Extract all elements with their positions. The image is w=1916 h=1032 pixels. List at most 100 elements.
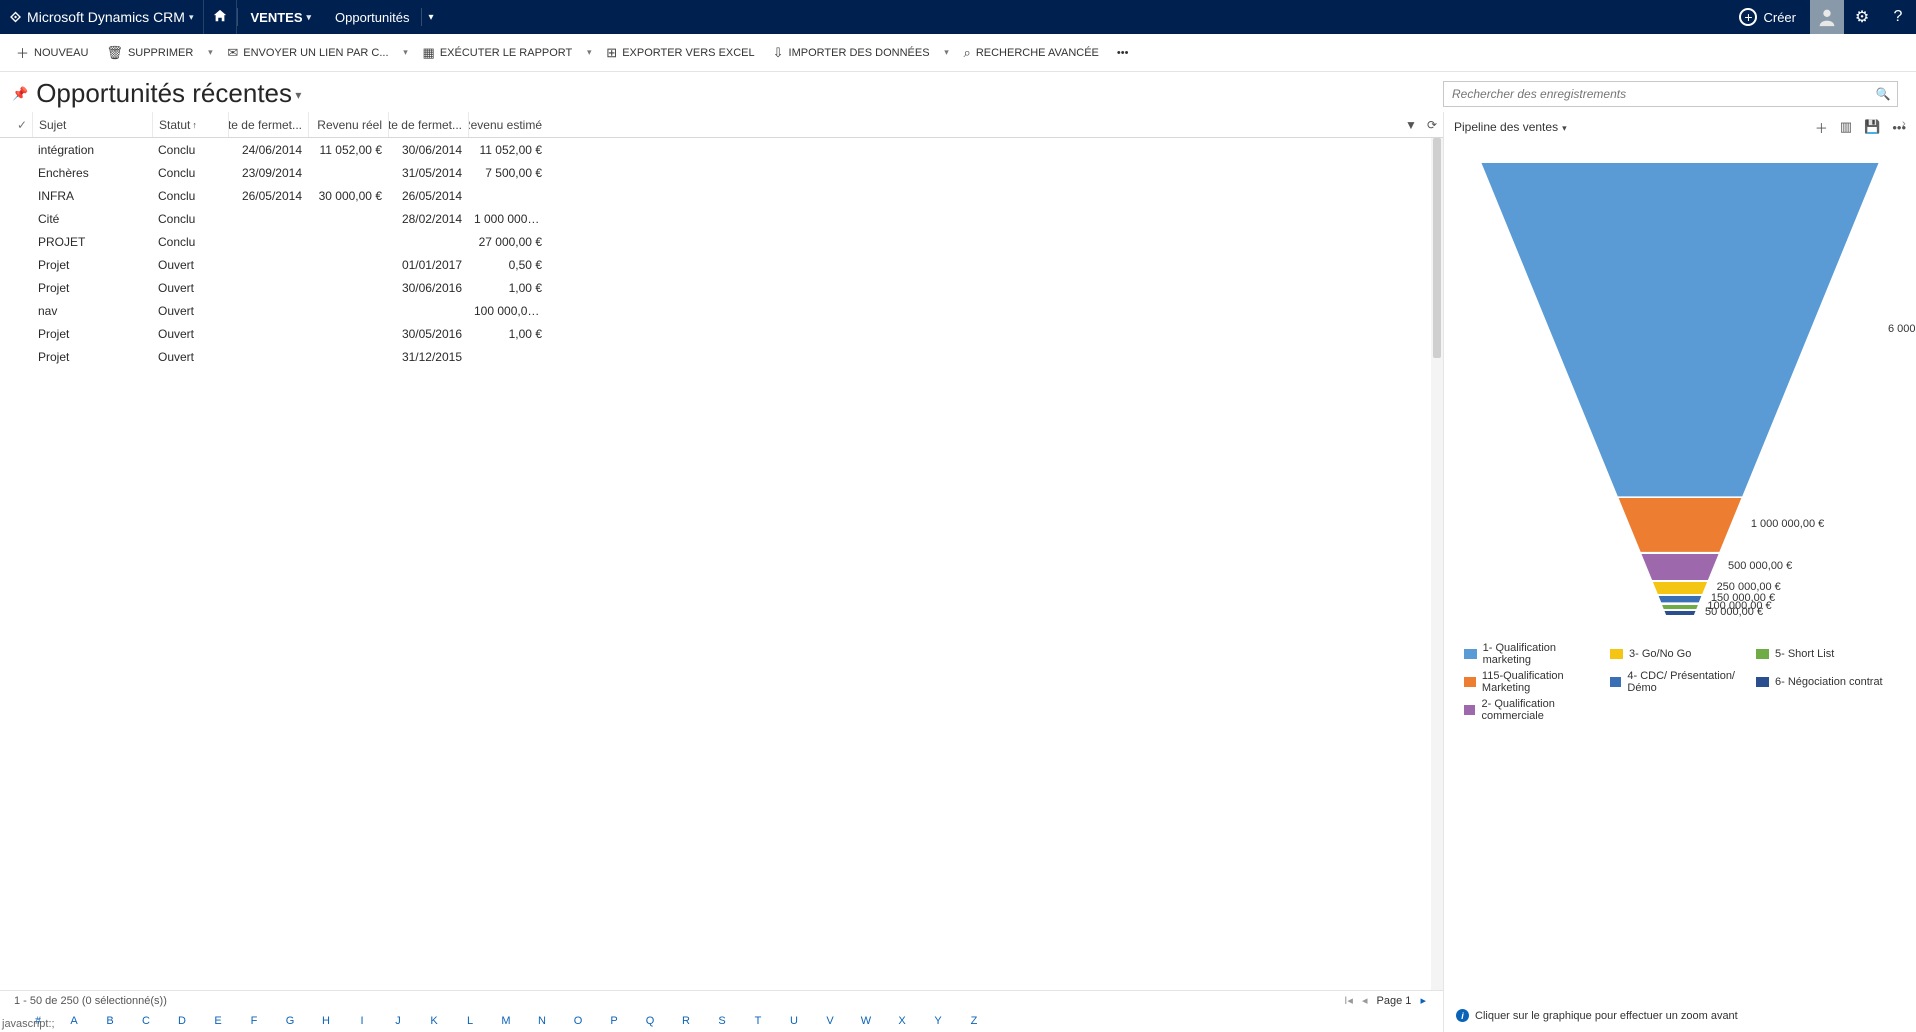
alpha-G[interactable]: G [272, 1015, 308, 1027]
chart-title[interactable]: Pipeline des ventes [1454, 120, 1567, 134]
cmd-exportexcel-label: EXPORTER VERS EXCEL [622, 47, 754, 59]
table-row[interactable]: EnchèresConclu23/09/201431/05/20147 500,… [0, 161, 1443, 184]
alpha-M[interactable]: M [488, 1015, 524, 1027]
help-button[interactable]: ? [1880, 0, 1916, 34]
refresh-icon[interactable]: ⟳ [1427, 118, 1437, 132]
alpha-P[interactable]: P [596, 1015, 632, 1027]
view-title[interactable]: Opportunités récentes [36, 78, 301, 109]
app-brand[interactable]: ⟐ Microsoft Dynamics CRM [0, 0, 203, 34]
cmd-sendlink-split[interactable]: ▾ [399, 47, 413, 58]
table-row[interactable]: CitéConclu28/02/20141 000 000,00 € [0, 207, 1443, 230]
alpha-U[interactable]: U [776, 1015, 812, 1027]
nav-area[interactable]: VENTES [238, 0, 323, 34]
alpha-N[interactable]: N [524, 1015, 560, 1027]
legend-swatch [1756, 677, 1769, 687]
legend-item[interactable]: 5- Short List [1756, 642, 1896, 666]
search-button[interactable]: 🔍 [1869, 87, 1897, 101]
quick-create-button[interactable]: + Créer [1725, 0, 1810, 34]
alpha-T[interactable]: T [740, 1015, 776, 1027]
alpha-L[interactable]: L [452, 1015, 488, 1027]
nav-entity-caret[interactable]: ▾ [422, 0, 439, 34]
funnel-slice[interactable]: 6 000 000,00 € [1480, 162, 1880, 497]
table-row[interactable]: ProjetOuvert30/06/20161,00 € [0, 276, 1443, 299]
prev-page-button[interactable]: ◂ [1362, 995, 1368, 1007]
chart-grid-button[interactable]: ▥ [1840, 119, 1852, 135]
search-box: 🔍 [1443, 81, 1898, 107]
col-subject[interactable]: Sujet [32, 112, 152, 137]
table-row[interactable]: ProjetOuvert30/05/20161,00 € [0, 322, 1443, 345]
funnel-slice[interactable]: 250 000,00 € [1480, 581, 1880, 595]
cmd-importdata[interactable]: ⇩IMPORTER DES DONNÉES [765, 39, 938, 67]
alpha-B[interactable]: B [92, 1015, 128, 1027]
filter-icon[interactable]: ▼ [1405, 118, 1417, 132]
cmd-sendlink[interactable]: ✉ENVOYER UN LIEN PAR C... [219, 39, 396, 67]
alpha-R[interactable]: R [668, 1015, 704, 1027]
cell-subject: Cité [32, 212, 152, 226]
col-rev-est[interactable]: Revenu estimé [468, 112, 548, 137]
cmd-runreport-split[interactable]: ▾ [582, 47, 596, 58]
alpha-W[interactable]: W [848, 1015, 884, 1027]
table-row[interactable]: navOuvert100 000,00 € [0, 299, 1443, 322]
alpha-X[interactable]: X [884, 1015, 920, 1027]
funnel-slice[interactable]: 50 000,00 € [1480, 610, 1880, 616]
chart-body[interactable]: 6 000 000,00 €1 000 000,00 €500 000,00 €… [1444, 142, 1916, 1032]
user-avatar[interactable] [1810, 0, 1844, 34]
col-closedate-est[interactable]: Date de fermet... [388, 112, 468, 137]
cmd-advfind[interactable]: ⌕RECHERCHE AVANCÉE [956, 39, 1107, 67]
alpha-A[interactable]: A [56, 1015, 92, 1027]
alpha-O[interactable]: O [560, 1015, 596, 1027]
cmd-runreport[interactable]: ▦EXÉCUTER LE RAPPORT [415, 39, 581, 67]
vertical-scrollbar[interactable] [1431, 138, 1443, 990]
chart-collapse[interactable]: › [1902, 118, 1914, 132]
alpha-Q[interactable]: Q [632, 1015, 668, 1027]
cmd-new[interactable]: ＋NOUVEAU [8, 39, 96, 67]
table-row[interactable]: ProjetOuvert31/12/2015 [0, 345, 1443, 368]
alpha-I[interactable]: I [344, 1015, 380, 1027]
legend-item[interactable]: 3- Go/No Go [1610, 642, 1750, 666]
chart-save-button[interactable]: 💾 [1864, 119, 1880, 135]
first-page-button[interactable]: I◂ [1344, 995, 1353, 1007]
table-row[interactable]: PROJETConclu27 000,00 € [0, 230, 1443, 253]
alpha-C[interactable]: C [128, 1015, 164, 1027]
cmd-importdata-split[interactable]: ▾ [940, 47, 954, 58]
table-row[interactable]: INFRAConclu26/05/201430 000,00 €26/05/20… [0, 184, 1443, 207]
home-button[interactable] [203, 0, 237, 34]
funnel-slice[interactable]: 150 000,00 € [1480, 595, 1880, 603]
funnel-chart[interactable]: 6 000 000,00 €1 000 000,00 €500 000,00 €… [1480, 162, 1880, 612]
cmd-overflow[interactable]: ••• [1109, 39, 1137, 67]
settings-button[interactable]: ⚙ [1844, 0, 1880, 34]
next-page-button[interactable]: ▸ [1420, 995, 1426, 1007]
alpha-S[interactable]: S [704, 1015, 740, 1027]
chart-add-button[interactable]: ＋ [1815, 118, 1828, 137]
legend-item[interactable]: 1- Qualification marketing [1464, 642, 1604, 666]
table-row[interactable]: intégrationConclu24/06/201411 052,00 €30… [0, 138, 1443, 161]
alpha-D[interactable]: D [164, 1015, 200, 1027]
alpha-V[interactable]: V [812, 1015, 848, 1027]
pin-icon[interactable]: 📌 [12, 86, 28, 102]
alpha-Z[interactable]: Z [956, 1015, 992, 1027]
alpha-J[interactable]: J [380, 1015, 416, 1027]
nav-entity[interactable]: Opportunités [323, 0, 421, 34]
alpha-H[interactable]: H [308, 1015, 344, 1027]
alpha-E[interactable]: E [200, 1015, 236, 1027]
legend-item[interactable]: 6- Négociation contrat [1756, 670, 1896, 694]
select-all-check[interactable]: ✓ [12, 118, 32, 132]
col-status[interactable]: Statut ↑ [152, 112, 228, 137]
table-row[interactable]: ProjetOuvert01/01/20170,50 € [0, 253, 1443, 276]
legend-item[interactable]: 115-Qualification Marketing [1464, 670, 1604, 694]
col-closedate-actual[interactable]: Date de fermet... [228, 112, 308, 137]
cmd-delete[interactable]: 🗑SUPPRIMER [98, 39, 201, 67]
alpha-F[interactable]: F [236, 1015, 272, 1027]
legend-item[interactable]: 2- Qualification commerciale [1464, 698, 1604, 722]
funnel-slice[interactable]: 1 000 000,00 € [1480, 497, 1880, 553]
cmd-exportexcel[interactable]: ⊞EXPORTER VERS EXCEL [598, 39, 762, 67]
cmd-delete-split[interactable]: ▾ [203, 47, 217, 58]
alpha-K[interactable]: K [416, 1015, 452, 1027]
funnel-slice[interactable]: 500 000,00 € [1480, 553, 1880, 581]
scrollbar-thumb[interactable] [1433, 138, 1441, 358]
col-rev-actual[interactable]: Revenu réel [308, 112, 388, 137]
cell-rev-est: 11 052,00 € [468, 143, 548, 157]
legend-item[interactable]: 4- CDC/ Présentation/ Démo [1610, 670, 1750, 694]
search-input[interactable] [1444, 87, 1869, 101]
alpha-Y[interactable]: Y [920, 1015, 956, 1027]
